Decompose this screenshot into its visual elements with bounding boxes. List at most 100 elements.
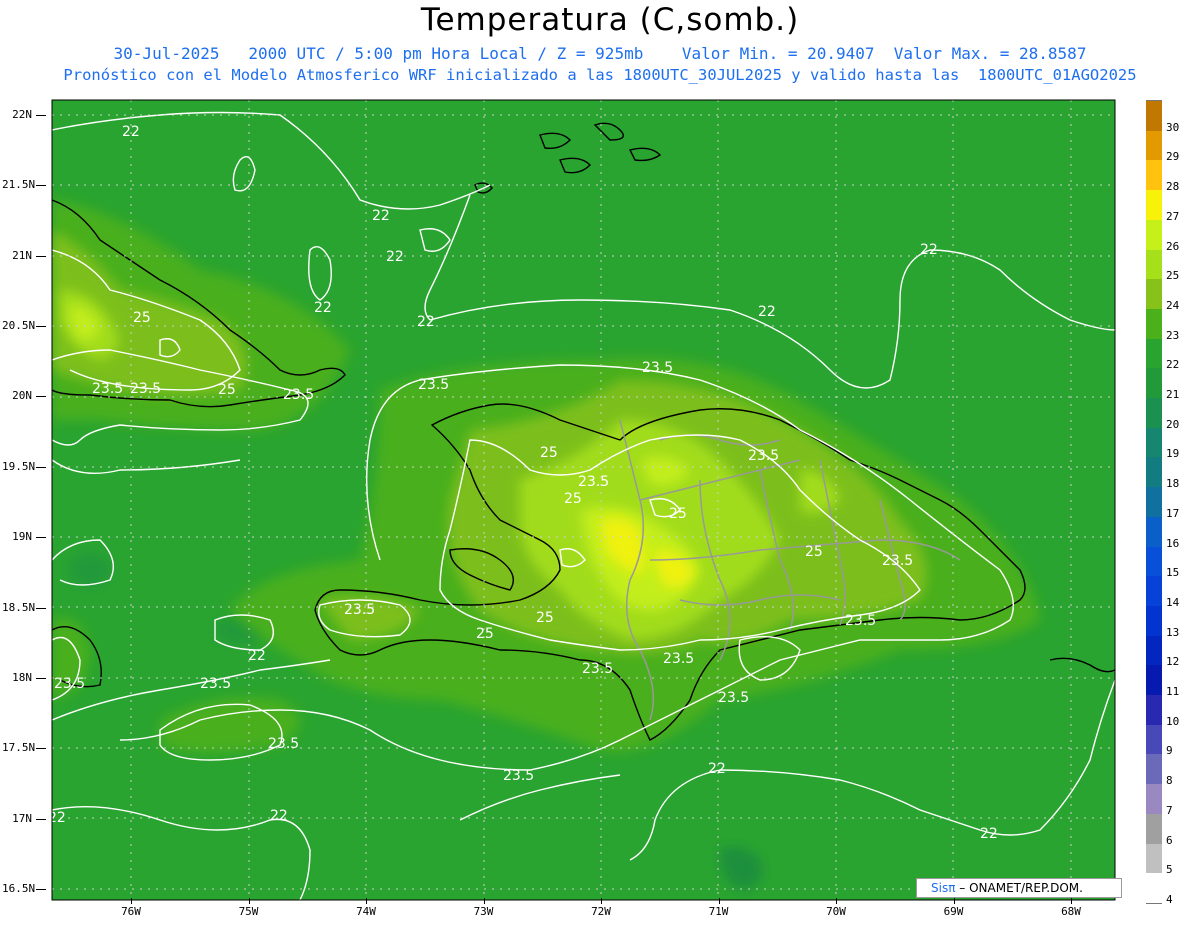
- colorbar-swatch: [1146, 338, 1162, 369]
- colorbar-label: 23: [1166, 328, 1180, 342]
- contour-label: 23.5: [578, 474, 609, 490]
- contour-label: 25: [476, 626, 494, 642]
- contour-label: 23.5: [882, 553, 913, 569]
- contour-label: 22: [417, 314, 435, 330]
- lat-label: 18N: [12, 670, 32, 684]
- colorbar-label: 17: [1166, 506, 1180, 520]
- contour-label: 23.5: [130, 381, 161, 397]
- contour-label: 22: [920, 242, 938, 258]
- lon-tick: [836, 898, 837, 904]
- lat-label: 19.5N: [2, 459, 36, 473]
- colorbar-swatch: [1146, 101, 1162, 132]
- lat-tick: [36, 607, 46, 609]
- lon-label: 71W: [708, 905, 729, 918]
- colorbar-swatch: [1146, 546, 1162, 577]
- colorbar-swatch: [1146, 308, 1162, 340]
- lon-label: 68W: [1061, 905, 1081, 918]
- forecast-info-line: 30-Jul-2025 2000 UTC / 5:00 pm Hora Loca…: [113, 44, 1087, 63]
- contour-label: 22: [372, 208, 390, 224]
- colorbar-swatch: [1146, 813, 1162, 845]
- colorbar-label: 9: [1166, 744, 1173, 758]
- sis-logo-text: Sisπ: [931, 881, 956, 895]
- lon-tick: [718, 898, 720, 904]
- colorbar-swatch: [1146, 516, 1162, 548]
- lat-tick: [36, 818, 46, 820]
- colorbar-label: 19: [1166, 447, 1180, 461]
- colorbar-label: 5: [1166, 863, 1173, 877]
- contour-label: 25: [669, 506, 687, 522]
- colorbar-swatch: [1146, 695, 1162, 726]
- contour-label: 23.5: [54, 676, 85, 692]
- lat-tick: [36, 537, 46, 539]
- lat-label: 17N: [12, 811, 32, 825]
- colorbar-label: 6: [1166, 833, 1173, 847]
- colorbar-swatch: [1146, 130, 1162, 161]
- colorbar-label: 26: [1166, 239, 1180, 253]
- colorbar-label: 14: [1166, 595, 1180, 609]
- lat-tick: [36, 115, 46, 116]
- colorbar-swatch: [1146, 368, 1162, 399]
- lon-label: 74W: [356, 905, 376, 918]
- lat-label: 16.5N: [2, 881, 36, 895]
- colorbar-swatch: [1146, 665, 1162, 696]
- contour-label: 23.5: [283, 387, 314, 403]
- contour-label: 22: [758, 304, 776, 320]
- contour-label: 23.5: [503, 768, 534, 784]
- lat-label: 21N: [12, 248, 32, 262]
- colorbar-swatch: [1146, 754, 1162, 785]
- colorbar-label: 4: [1166, 893, 1173, 906]
- lat-label: 19N: [12, 530, 32, 544]
- colorbar-label: 12: [1166, 655, 1180, 669]
- colorbar-label: 13: [1166, 625, 1180, 639]
- lon-tick: [483, 898, 485, 904]
- colorbar-label: 7: [1166, 803, 1173, 817]
- lon-label: 72W: [591, 905, 611, 918]
- contour-label: 23.5: [200, 676, 231, 692]
- contour-label: 25: [218, 382, 236, 398]
- colorbar-label: 21: [1166, 388, 1180, 402]
- contour-label: 22: [386, 249, 404, 265]
- colorbar-swatch: [1146, 279, 1162, 310]
- lon-tick: [601, 898, 602, 904]
- colorbar-label: 28: [1166, 180, 1180, 194]
- lat-label: 22N: [12, 108, 32, 121]
- contour-label: 22: [708, 761, 726, 777]
- lat-label: 20.5N: [2, 319, 36, 333]
- colorbar-swatch: [1146, 190, 1162, 221]
- contour-label: 23.5: [268, 736, 299, 752]
- contour-label: 22: [980, 826, 998, 842]
- lon-label: 73W: [473, 905, 494, 918]
- contour-label: 22: [122, 124, 140, 140]
- lon-tick: [1071, 898, 1072, 904]
- colorbar-label: 20: [1166, 417, 1180, 431]
- lat-tick: [36, 185, 46, 187]
- contour-label: 25: [805, 544, 823, 560]
- colorbar-swatch: [1146, 457, 1162, 488]
- colorbar-swatch: [1146, 724, 1162, 755]
- lat-tick: [36, 748, 46, 750]
- colorbar-label: 16: [1166, 536, 1180, 550]
- colorbar-swatch: [1146, 398, 1162, 429]
- contour-label: 22: [314, 300, 332, 316]
- lon-label: 69W: [943, 905, 964, 918]
- contour-label: 25: [540, 445, 558, 461]
- lon-tick: [131, 898, 132, 904]
- contour-label: 22: [270, 808, 288, 824]
- lon-label: 76W: [121, 905, 141, 918]
- lat-label: 18.5N: [2, 600, 36, 614]
- colorbar-label: 27: [1166, 209, 1180, 223]
- contour-label: 23.5: [344, 602, 375, 618]
- contour-label: 22: [48, 810, 66, 826]
- lon-tick: [366, 898, 367, 904]
- colorbar-label: 15: [1166, 566, 1180, 580]
- contour-label: 25: [536, 610, 554, 626]
- colorbar-swatch: [1146, 843, 1162, 874]
- contour-label: 23.5: [642, 360, 673, 376]
- colorbar-swatch: [1146, 784, 1162, 815]
- lat-label: 21.5N: [2, 178, 36, 192]
- colorbar-label: 30: [1166, 120, 1180, 134]
- lat-tick: [36, 255, 46, 257]
- contour-label: 23.5: [92, 381, 123, 397]
- lat-tick: [36, 677, 46, 679]
- colorbar-label: 8: [1166, 774, 1173, 788]
